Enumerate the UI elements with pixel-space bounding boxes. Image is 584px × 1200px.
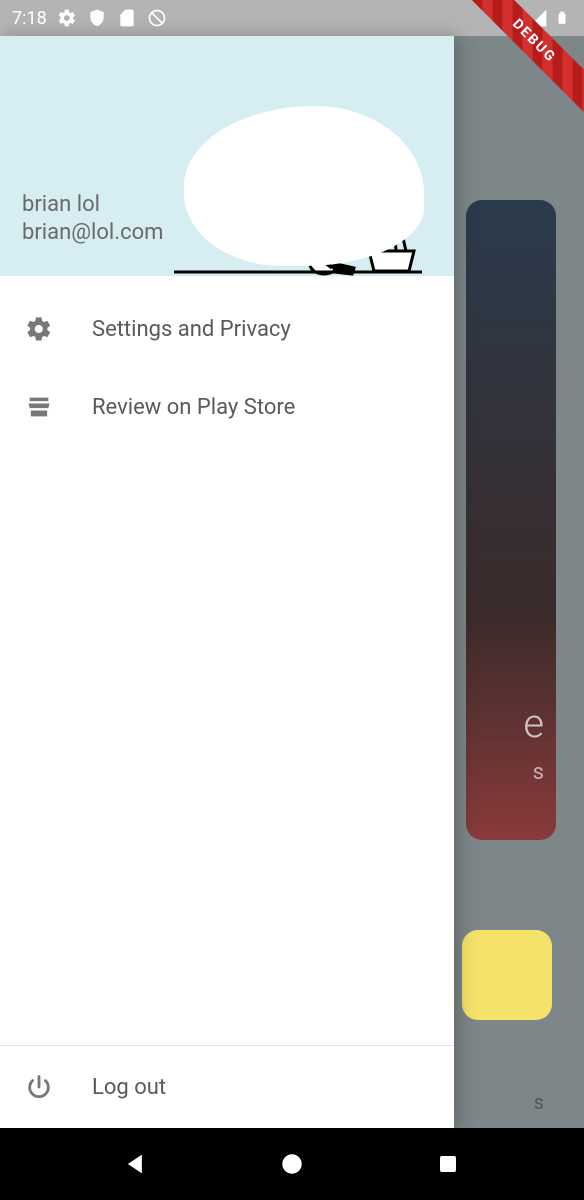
gear-icon — [24, 314, 54, 344]
drawer-item-label: Review on Play Store — [92, 395, 295, 420]
background-card-subtitle-fragment: s — [533, 760, 544, 785]
recent-apps-button[interactable] — [428, 1144, 468, 1184]
status-left: 7:18 — [12, 8, 167, 29]
drawer-footer: Log out — [0, 1045, 454, 1128]
wifi-icon — [504, 8, 524, 28]
background-card-2 — [462, 930, 552, 1020]
drawer-list: Settings and Privacy Review on Play Stor… — [0, 276, 454, 1045]
status-bar: 7:18 — [0, 0, 584, 36]
battery-icon — [552, 8, 572, 28]
background-card2-fragment: s — [534, 1090, 544, 1114]
home-button[interactable] — [272, 1144, 312, 1184]
drawer-item-review[interactable]: Review on Play Store — [0, 368, 454, 446]
background-card-title-fragment: e — [523, 700, 544, 747]
shield-icon — [87, 8, 107, 28]
store-icon — [24, 392, 54, 422]
status-time: 7:18 — [12, 8, 47, 29]
user-block: brian lol brian@lol.com — [22, 191, 163, 248]
drawer-item-logout[interactable]: Log out — [0, 1046, 454, 1128]
status-right — [504, 8, 572, 28]
sd-card-icon — [117, 8, 137, 28]
header-illustration — [164, 96, 444, 276]
power-icon — [24, 1072, 54, 1102]
user-email: brian@lol.com — [22, 219, 163, 248]
user-name: brian lol — [22, 191, 163, 220]
navigation-drawer: brian lol brian@lol.com Settings and Pri… — [0, 36, 454, 1128]
drawer-header: brian lol brian@lol.com — [0, 36, 454, 276]
drawer-item-label: Settings and Privacy — [92, 317, 291, 342]
back-button[interactable] — [116, 1144, 156, 1184]
system-nav-bar — [0, 1128, 584, 1200]
gear-icon — [57, 8, 77, 28]
drawer-item-settings[interactable]: Settings and Privacy — [0, 290, 454, 368]
signal-icon — [528, 8, 548, 28]
no-sync-icon — [147, 8, 167, 28]
drawer-item-label: Log out — [92, 1075, 166, 1100]
